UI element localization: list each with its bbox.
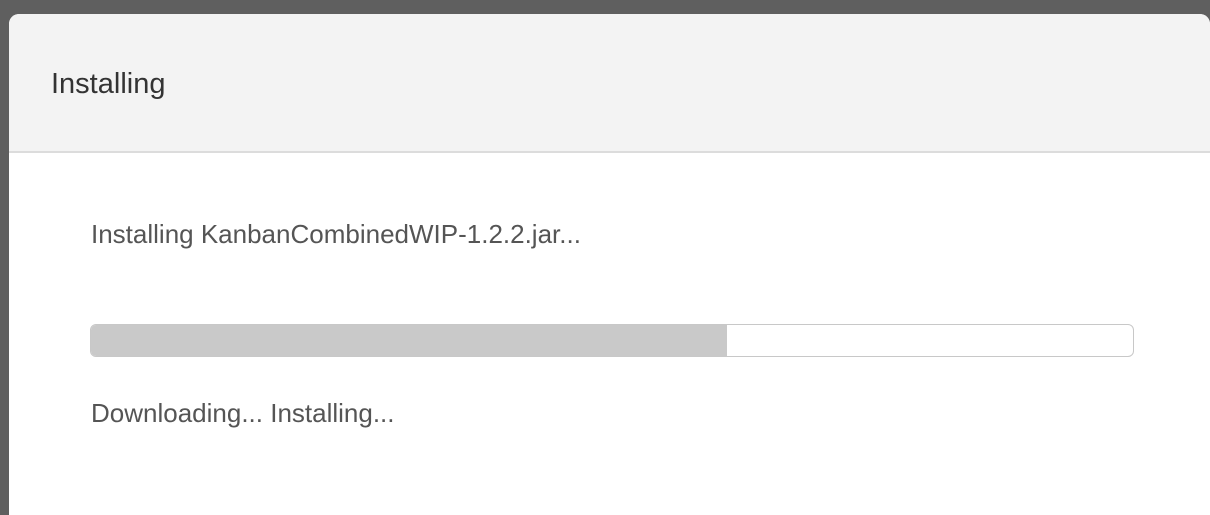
dialog-body: Installing KanbanCombinedWIP-1.2.2.jar..… [9, 153, 1210, 515]
install-dialog: Installing Installing KanbanCombinedWIP-… [9, 14, 1210, 515]
page-backdrop: Installing Installing KanbanCombinedWIP-… [0, 0, 1210, 515]
progress-bar [90, 324, 1134, 357]
status-text: Downloading... Installing... [91, 398, 395, 428]
install-message: Installing KanbanCombinedWIP-1.2.2.jar..… [91, 219, 581, 249]
dialog-title: Installing [51, 68, 166, 100]
progress-bar-fill [91, 325, 727, 356]
dialog-header: Installing [9, 14, 1210, 153]
